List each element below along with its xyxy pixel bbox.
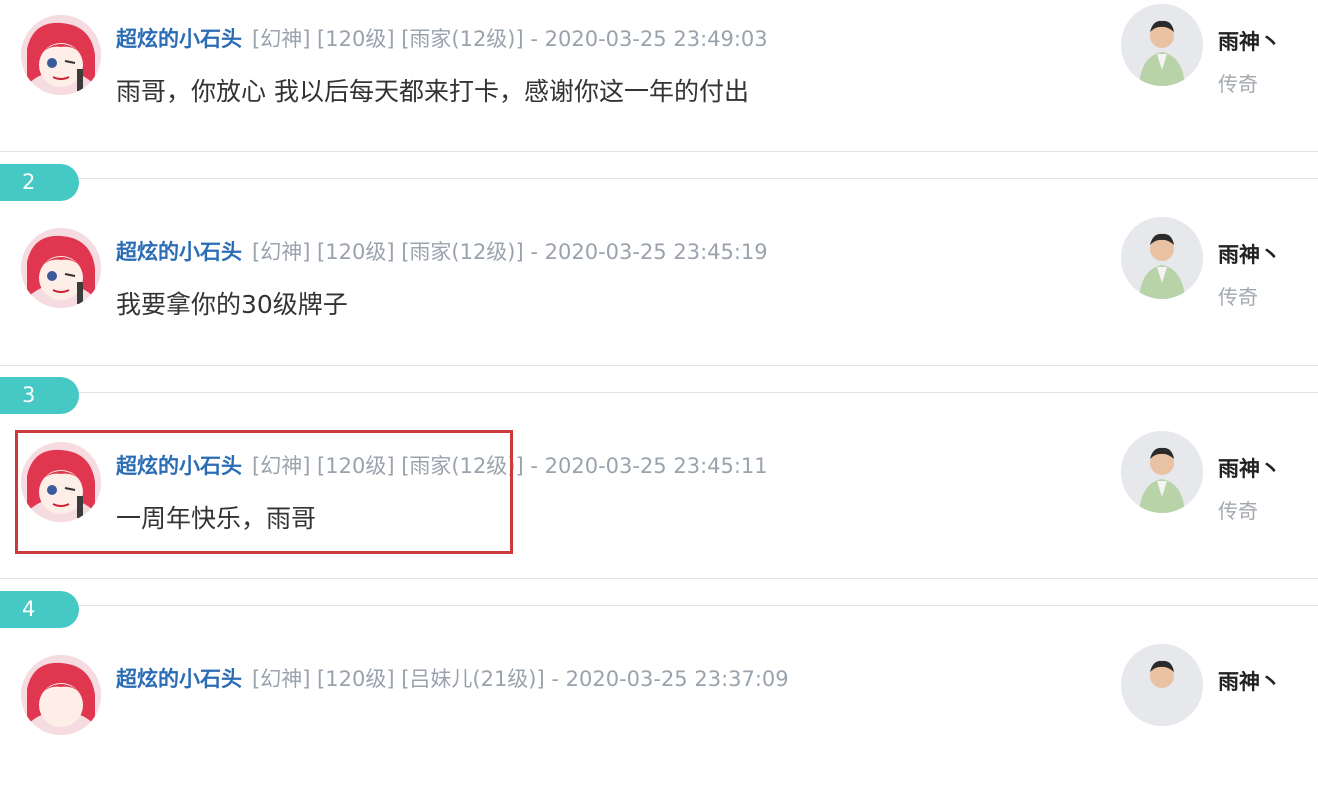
divider xyxy=(0,605,1318,606)
divider xyxy=(0,151,1318,152)
divider xyxy=(0,365,1318,366)
reply-avatar[interactable] xyxy=(1121,4,1203,86)
highlight-box xyxy=(15,430,513,554)
post-meta: 超炫的小石头 [幻神] [120级] [雨家(12级)] - 2020-03-25… xyxy=(116,23,768,53)
reply-title: 传奇 xyxy=(1218,285,1258,309)
reply-avatar[interactable] xyxy=(1121,217,1203,299)
divider xyxy=(0,578,1318,579)
user-avatar[interactable] xyxy=(21,228,101,308)
post-meta: 超炫的小石头 [幻神] [120级] [雨家(12级)] - 2020-03-25… xyxy=(116,236,768,266)
reply-username[interactable]: 雨神丶 xyxy=(1218,239,1281,269)
post-entry: 超炫的小石头 [幻神] [120级] [雨家(12级)] - 2020-03-25… xyxy=(0,213,1318,364)
floor-badge: 3 xyxy=(0,377,79,414)
reply-avatar[interactable] xyxy=(1121,431,1203,513)
divider xyxy=(0,392,1318,393)
username-link[interactable]: 超炫的小石头 xyxy=(116,667,242,691)
user-avatar[interactable] xyxy=(21,15,101,95)
post-meta: 超炫的小石头 [幻神] [120级] [吕妹儿(21级)] - 2020-03-2… xyxy=(116,663,789,693)
user-tags: [幻神] [120级] [雨家(12级)] - 2020-03-25 23:49… xyxy=(252,27,768,51)
username-link[interactable]: 超炫的小石头 xyxy=(116,240,242,264)
user-avatar[interactable] xyxy=(21,655,101,735)
post-entry: 超炫的小石头 [幻神] [120级] [雨家(12级)] - 2020-03-25… xyxy=(0,0,1318,151)
reply-username[interactable]: 雨神丶 xyxy=(1218,453,1281,483)
username-link[interactable]: 超炫的小石头 xyxy=(116,27,242,51)
floor-badge: 2 xyxy=(0,164,79,201)
post-content: 雨哥，你放心 我以后每天都来打卡，感谢你这一年的付出 xyxy=(116,77,749,106)
reply-title: 传奇 xyxy=(1218,72,1258,96)
floor-badge: 4 xyxy=(0,591,79,628)
user-tags: [幻神] [120级] [雨家(12级)] - 2020-03-25 23:45… xyxy=(252,240,768,264)
user-tags: [幻神] [120级] [吕妹儿(21级)] - 2020-03-25 23:3… xyxy=(252,667,789,691)
reply-username[interactable]: 雨神丶 xyxy=(1218,26,1281,56)
divider xyxy=(0,178,1318,179)
post-entry: 超炫的小石头 [幻神] [120级] [吕妹儿(21级)] - 2020-03-2… xyxy=(0,640,1318,791)
post-content: 我要拿你的30级牌子 xyxy=(116,290,348,319)
reply-avatar[interactable] xyxy=(1121,644,1203,726)
reply-title: 传奇 xyxy=(1218,499,1258,523)
reply-username[interactable]: 雨神丶 xyxy=(1218,666,1281,696)
